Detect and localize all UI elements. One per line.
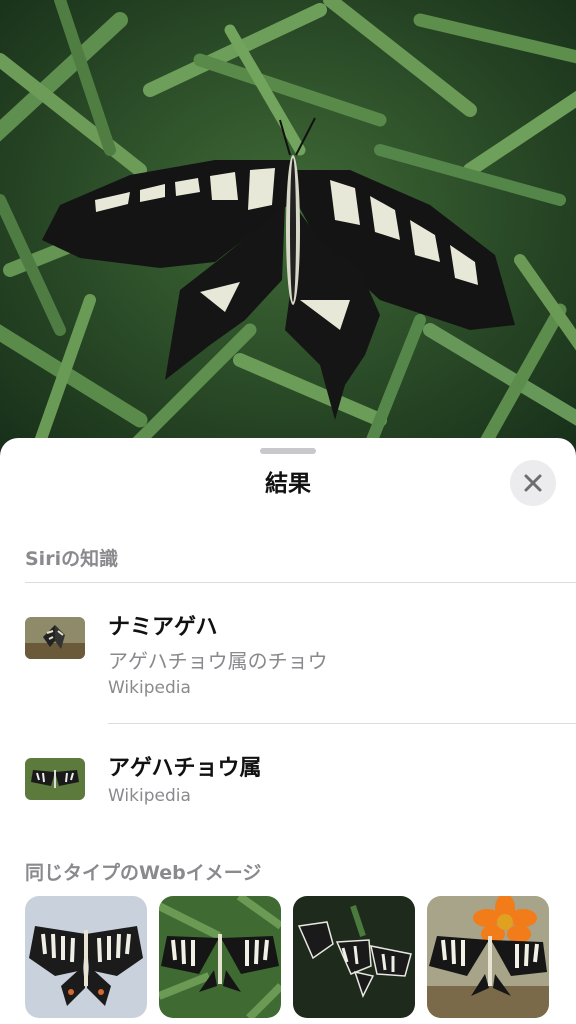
sheet-grabber[interactable] [260, 448, 316, 454]
knowledge-item-title: アゲハチョウ属 [108, 756, 262, 781]
knowledge-item-ageha-genus[interactable]: アゲハチョウ属 Wikipedia [0, 724, 576, 824]
knowledge-item-source: Wikipedia [108, 786, 191, 806]
web-image-1[interactable] [25, 896, 147, 1018]
web-image-4[interactable] [427, 896, 549, 1018]
knowledge-item-namiageha[interactable]: ナミアゲハ アゲハチョウ属のチョウ Wikipedia [0, 583, 576, 723]
butterfly-photo [0, 0, 576, 470]
knowledge-item-source: Wikipedia [108, 678, 191, 698]
knowledge-item-subtitle: アゲハチョウ属のチョウ [108, 649, 328, 673]
sheet-title: 結果 [265, 471, 311, 497]
web-image-2[interactable] [159, 896, 281, 1018]
siri-knowledge-header: Siriの知識 [25, 548, 119, 570]
close-button[interactable] [510, 460, 556, 506]
xmark-icon [524, 474, 542, 492]
knowledge-item-thumbnail [25, 617, 85, 659]
web-images-header: 同じタイプのWebイメージ [25, 862, 262, 884]
web-image-3[interactable] [293, 896, 415, 1018]
knowledge-item-title: ナミアゲハ [108, 615, 218, 640]
knowledge-item-thumbnail [25, 758, 85, 800]
results-sheet: 結果 Siriの知識 ナミアゲハ アゲハチョウ属のチョウ Wikipedia ア… [0, 438, 576, 1024]
